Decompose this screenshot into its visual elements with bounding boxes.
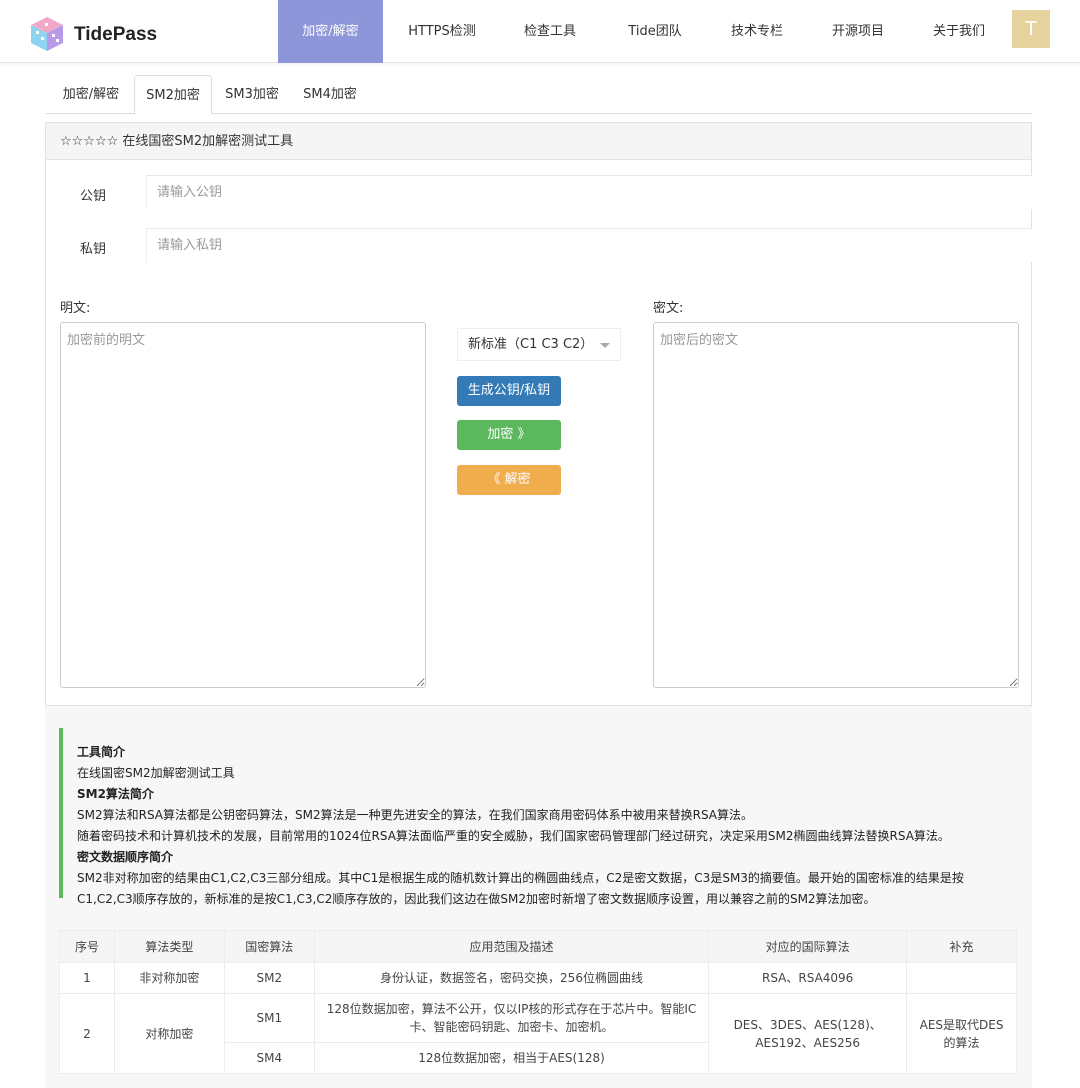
intro-text-order: SM2非对称加密的结果由C1,C2,C3三部分组成。其中C1是根据生成的随机数计… bbox=[77, 871, 964, 906]
table-cell: 128位数据加密，算法不公开，仅以IP核的形式存在于芯片中。智能IC卡、智能密码… bbox=[313, 993, 710, 1043]
tool-intro-callout: 工具简介 在线国密SM2加解密测试工具 SM2算法简介 SM2算法和RSA算法都… bbox=[59, 728, 1017, 906]
table-cell: 1 bbox=[59, 962, 115, 994]
table-cell: 对称加密 bbox=[113, 993, 225, 1074]
table-cell: SM2 bbox=[223, 962, 315, 994]
sm2-tool-panel: ☆☆☆☆☆ 在线国密SM2加解密测试工具 公钥 私钥 明文: 新标准（C1 C3… bbox=[45, 122, 1032, 706]
ciphertext-label: 密文: bbox=[653, 301, 684, 316]
intro-text-sm2-a: SM2算法和RSA算法都是公钥密码算法，SM2算法是一种更先进安全的算法，在我们… bbox=[77, 808, 753, 822]
decrypt-button[interactable]: 《 解密 bbox=[457, 465, 561, 495]
tab-encrypt-decrypt[interactable]: 加密/解密 bbox=[48, 75, 134, 114]
nav-about-us[interactable]: 关于我们 bbox=[914, 0, 1004, 63]
table-header: 算法类型 bbox=[113, 930, 225, 963]
plaintext-label: 明文: bbox=[60, 301, 91, 316]
tab-sm2[interactable]: SM2加密 bbox=[134, 75, 212, 115]
info-section: 工具简介 在线国密SM2加解密测试工具 SM2算法简介 SM2算法和RSA算法都… bbox=[45, 706, 1032, 1088]
table-row: 2 对称加密 SM1 128位数据加密，算法不公开，仅以IP核的形式存在于芯片中… bbox=[59, 993, 1017, 1074]
table-cell: DES、3DES、AES(128)、AES192、AES256 bbox=[708, 993, 908, 1074]
table-row: 1 非对称加密 SM2 身份认证，数据签名，密码交换，256位椭圆曲线 RSA、… bbox=[59, 962, 1017, 994]
nav-open-source[interactable]: 开源项目 bbox=[813, 0, 903, 63]
table-cell: 身份认证，数据签名，密码交换，256位椭圆曲线 bbox=[313, 962, 710, 994]
table-cell: RSA、RSA4096 bbox=[708, 962, 908, 994]
table-cell: 128位数据加密，相当于AES(128) bbox=[313, 1042, 710, 1074]
brand-name[interactable]: TidePass bbox=[74, 24, 157, 46]
table-cell bbox=[906, 962, 1017, 994]
table-header: 国密算法 bbox=[223, 930, 315, 963]
encrypt-button[interactable]: 加密 》 bbox=[457, 420, 561, 450]
tab-sm4[interactable]: SM4加密 bbox=[294, 75, 366, 114]
plaintext-textarea[interactable] bbox=[60, 322, 426, 688]
user-avatar[interactable]: T bbox=[1012, 10, 1050, 48]
algorithm-table: 序号 算法类型 国密算法 应用范围及描述 对应的国际算法 补充 1 非对称加密 … bbox=[59, 930, 1017, 1074]
table-header-row: 序号 算法类型 国密算法 应用范围及描述 对应的国际算法 补充 bbox=[59, 930, 1017, 963]
nav-tech-column[interactable]: 技术专栏 bbox=[712, 0, 802, 63]
algorithm-tabs: 加密/解密 SM2加密 SM3加密 SM4加密 bbox=[46, 75, 1032, 115]
intro-text-tool: 在线国密SM2加解密测试工具 bbox=[77, 766, 235, 780]
panel-title: ☆☆☆☆☆ 在线国密SM2加解密测试工具 bbox=[46, 123, 1031, 160]
nav-https-check[interactable]: HTTPS检测 bbox=[395, 0, 489, 63]
intro-text-sm2-b: 随着密码技术和计算机技术的发展，目前常用的1024位RSA算法面临严重的安全威胁… bbox=[77, 829, 950, 843]
private-key-input[interactable] bbox=[146, 228, 1032, 262]
ciphertext-textarea[interactable] bbox=[653, 322, 1019, 688]
nav-encrypt-decrypt[interactable]: 加密/解密 bbox=[278, 0, 383, 63]
table-header: 对应的国际算法 bbox=[708, 930, 908, 963]
dropdown-caret-icon bbox=[600, 343, 610, 348]
public-key-input[interactable] bbox=[146, 175, 1032, 209]
intro-heading-order: 密文数据顺序简介 bbox=[77, 850, 174, 864]
table-cell: 非对称加密 bbox=[113, 962, 225, 994]
table-cell: SM1 bbox=[223, 993, 315, 1043]
tidepass-logo-icon[interactable] bbox=[28, 15, 66, 53]
table-cell: SM4 bbox=[223, 1042, 315, 1074]
intro-heading-tool: 工具简介 bbox=[77, 745, 126, 759]
generate-keypair-button[interactable]: 生成公钥/私钥 bbox=[457, 376, 561, 406]
tab-sm3[interactable]: SM3加密 bbox=[216, 75, 288, 114]
public-key-label: 公钥 bbox=[80, 189, 107, 204]
nav-tide-team[interactable]: Tide团队 bbox=[610, 0, 700, 63]
top-navbar: TidePass 加密/解密 HTTPS检测 检查工具 Tide团队 技术专栏 … bbox=[0, 0, 1080, 63]
cipher-order-select[interactable]: 新标准（C1 C3 C2） bbox=[457, 328, 621, 361]
table-header: 补充 bbox=[906, 930, 1017, 963]
private-key-label: 私钥 bbox=[80, 242, 107, 257]
table-cell: AES是取代DES的算法 bbox=[906, 993, 1017, 1074]
table-header: 应用范围及描述 bbox=[313, 930, 710, 963]
intro-heading-sm2: SM2算法简介 bbox=[77, 787, 154, 801]
table-cell: 2 bbox=[59, 993, 115, 1074]
cipher-order-value: 新标准（C1 C3 C2） bbox=[468, 337, 594, 352]
table-header: 序号 bbox=[59, 930, 115, 963]
nav-check-tools[interactable]: 检查工具 bbox=[505, 0, 595, 63]
